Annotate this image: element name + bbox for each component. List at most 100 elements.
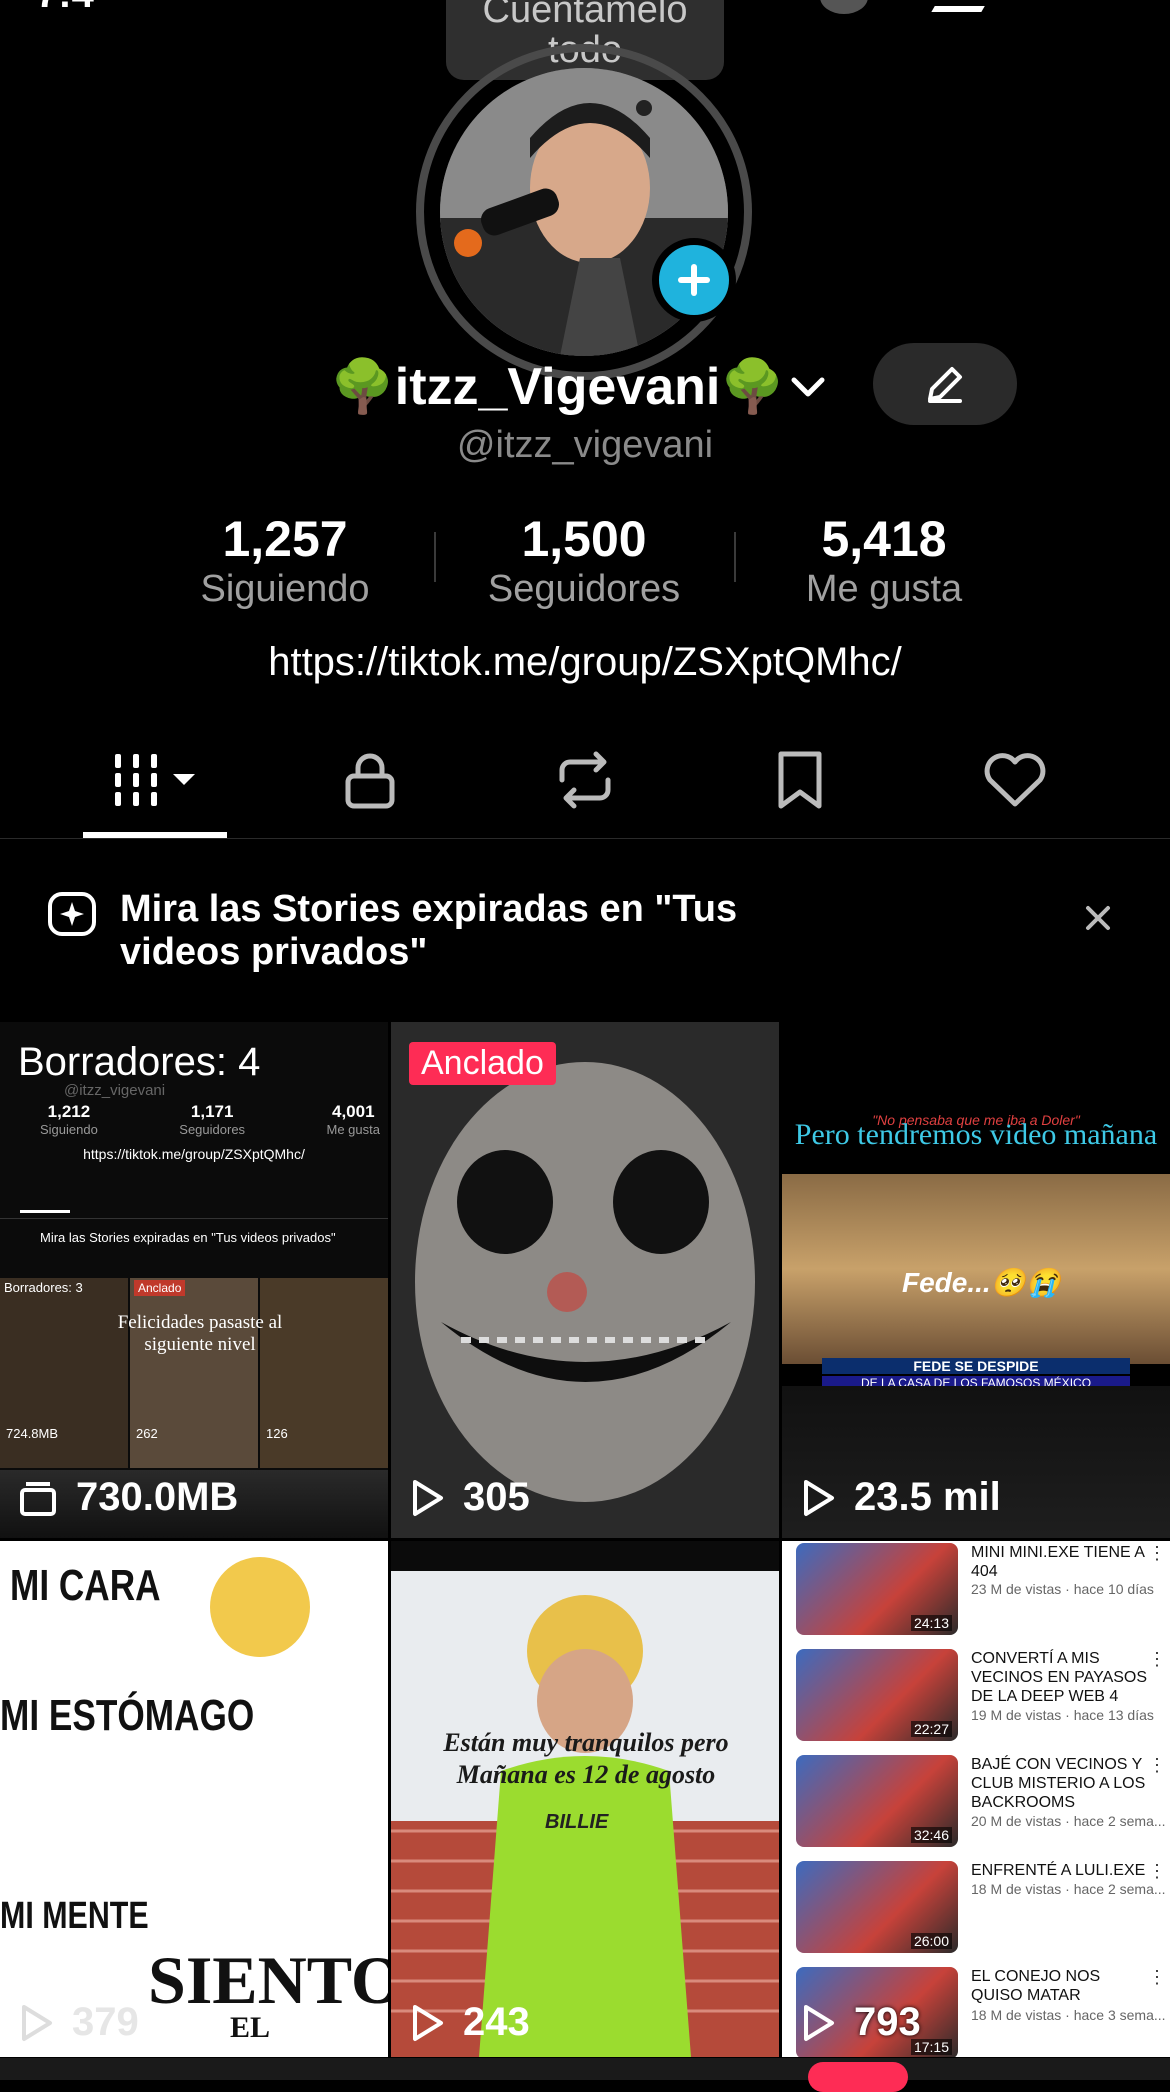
drafts-cell[interactable]: @itzz_vigevani 1,212 Siguiendo 1,171 Segui…: [0, 1022, 388, 1538]
video-lower-banner: FEDE SE DESPIDE: [822, 1358, 1130, 1374]
view-count: 379: [18, 2000, 139, 2045]
view-count: 23.5 mil: [800, 1475, 1001, 1520]
preview-stats: 1,212 Siguiendo 1,171 Seguidores 4,001 Me g…: [40, 1102, 380, 1137]
chevron-down-icon[interactable]: [786, 366, 830, 410]
preview-pinned: Anclado: [134, 1280, 186, 1296]
meme-text: EL: [230, 2011, 271, 2044]
share-icon[interactable]: [931, 0, 999, 12]
video-duration: 32:46: [910, 1827, 952, 1843]
divider: [0, 838, 1170, 839]
preview-count: 126: [266, 1426, 288, 1441]
preview-stat-value: 1,212: [47, 1102, 91, 1121]
stat-value: 1,257: [222, 511, 348, 567]
grid-icon: [115, 754, 195, 806]
video-duration: 26:00: [910, 1933, 952, 1949]
friends-avatars[interactable]: [820, 0, 868, 14]
video-duration: 22:27: [910, 1721, 952, 1737]
shirt-text: BILLIE: [545, 1811, 609, 1833]
video-thumbnail: [391, 1022, 779, 1538]
tab-liked[interactable]: [955, 740, 1075, 820]
video-title: EL CONEJO NOS QUISO MATAR: [971, 1968, 1101, 2004]
username-handle: @itzz_vigevani: [456, 424, 714, 466]
play-icon: [804, 1479, 834, 1516]
video-cell[interactable]: Están muy tranquilos pero Mañana es 12 d…: [391, 1541, 779, 2057]
more-icon: ⋮: [1148, 1967, 1166, 1987]
close-icon[interactable]: [1080, 900, 1116, 936]
stories-icon: [46, 888, 98, 940]
play-icon: [804, 2004, 834, 2041]
preview-link: https://tiktok.me/group/ZSXptQMhc/: [83, 1146, 305, 1162]
heart-icon: [984, 753, 1046, 807]
preview-caption: Felicidades pasaste al siguiente nivel: [117, 1312, 283, 1355]
video-title: CONVERTÍ A MIS VECINOS EN PAYASOS DE LA …: [971, 1650, 1148, 1705]
meme-text: MI MENTE: [0, 1895, 149, 1937]
tab-favorites[interactable]: [740, 740, 860, 820]
more-icon: ⋮: [1148, 1861, 1166, 1881]
video-cell[interactable]: 24:13 MINI MINI.EXE TIENE A 404 23 M de …: [782, 1541, 1170, 2057]
stat-followers[interactable]: 1,500 Seguidores: [454, 510, 714, 611]
pencil-icon: [928, 367, 962, 403]
plus-icon: [678, 264, 710, 296]
preview-count: 262: [136, 1426, 158, 1441]
video-meta: 20 M de vistas · hace 2 sema...: [971, 1813, 1166, 1829]
preview-banner: Mira las Stories expiradas en "Tus video…: [40, 1230, 336, 1245]
tab-videos[interactable]: [95, 740, 215, 820]
video-thumbnail: 24:13: [796, 1543, 958, 1635]
stat-likes[interactable]: 5,418 Me gusta: [754, 510, 1014, 611]
stat-label: Siguiendo: [200, 568, 370, 610]
more-icon: ⋮: [1148, 1755, 1166, 1775]
tab-reposts[interactable]: [525, 740, 645, 820]
status-time: 7:4: [36, 0, 94, 17]
video-lower-banner-2: DE LA CASA DE LOS FAMOSOS MÉXICO: [822, 1376, 1130, 1386]
repost-icon: [559, 751, 611, 809]
list-item: 22:27 CONVERTÍ A MIS VECINOS EN PAYASOS …: [796, 1649, 1166, 1745]
play-icon: [413, 1479, 443, 1516]
divider: [0, 1218, 388, 1219]
video-meta: 19 M de vistas · hace 13 días: [971, 1707, 1154, 1723]
video-thumbnail: 32:46: [796, 1755, 958, 1847]
video-cell[interactable]: "No pensaba que me iba a Doler" Pero ten…: [782, 1022, 1170, 1538]
play-icon: [22, 2004, 52, 2041]
add-story-button[interactable]: [652, 238, 736, 322]
preview-stat-label: Seguidores: [179, 1122, 246, 1137]
display-name[interactable]: 🌳itzz_Vigevani🌳: [330, 354, 785, 420]
list-item: 26:00 ENFRENTÉ A LULI.EXE 18 M de vistas…: [796, 1861, 1166, 1957]
preview-count: 724.8MB: [6, 1426, 59, 1441]
view-count: 305: [409, 1475, 530, 1520]
meme-text: MI ESTÓMAGO: [0, 1691, 255, 1740]
divider: [434, 532, 436, 582]
stories-banner-text[interactable]: Mira las Stories expiradas en "Tus video…: [120, 888, 820, 974]
preview-stat-value: 4,001: [331, 1102, 375, 1121]
relieved-emoji-icon: [210, 1557, 310, 1657]
stat-value: 5,418: [821, 511, 947, 567]
count-text: 730.0MB: [76, 1475, 239, 1519]
preview-drafts: Borradores: 3: [4, 1280, 83, 1295]
video-title: ENFRENTÉ A LULI.EXE: [971, 1862, 1146, 1879]
stat-following[interactable]: 1,257 Siguiendo: [155, 510, 415, 611]
video-cell[interactable]: MI CARA MI ESTÓMAGO MI MENTE SIENTO EL 3…: [0, 1541, 388, 2057]
video-title: MINI MINI.EXE TIENE A 404: [971, 1544, 1145, 1580]
bookmark-icon: [778, 751, 822, 809]
inbox-badge[interactable]: [808, 2062, 908, 2092]
pinned-badge: Anclado: [409, 1042, 556, 1085]
video-meta: 23 M de vistas · hace 10 días: [971, 1581, 1154, 1597]
preview-stat-value: 1,171: [190, 1102, 234, 1121]
drafts-icon: [20, 1481, 56, 1516]
video-meta: 18 M de vistas · hace 2 sema...: [971, 1881, 1166, 1897]
video-thumbnail: 22:27: [796, 1649, 958, 1741]
preview-stat-label: Me gusta: [326, 1122, 380, 1137]
avatar-dot: [636, 100, 652, 116]
tab-private[interactable]: [310, 740, 430, 820]
video-caption: Pero tendremos video mañana: [794, 1118, 1158, 1151]
video-caption: Están muy tranquilos pero Mañana es 12 d…: [443, 1728, 729, 1789]
edit-profile-button[interactable]: [873, 343, 1017, 425]
preview-tab-indicator: [20, 1210, 70, 1213]
bio-link[interactable]: https://tiktok.me/group/ZSXptQMhc/: [0, 640, 1170, 685]
lock-icon: [345, 753, 395, 809]
more-icon: ⋮: [1148, 1543, 1166, 1563]
count-text: 23.5 mil: [854, 1475, 1001, 1519]
view-count: 243: [409, 2000, 530, 2045]
list-item: 24:13 MINI MINI.EXE TIENE A 404 23 M de …: [796, 1543, 1166, 1639]
video-cell-pinned[interactable]: Anclado 305: [391, 1022, 779, 1538]
stat-label: Seguidores: [487, 568, 681, 610]
